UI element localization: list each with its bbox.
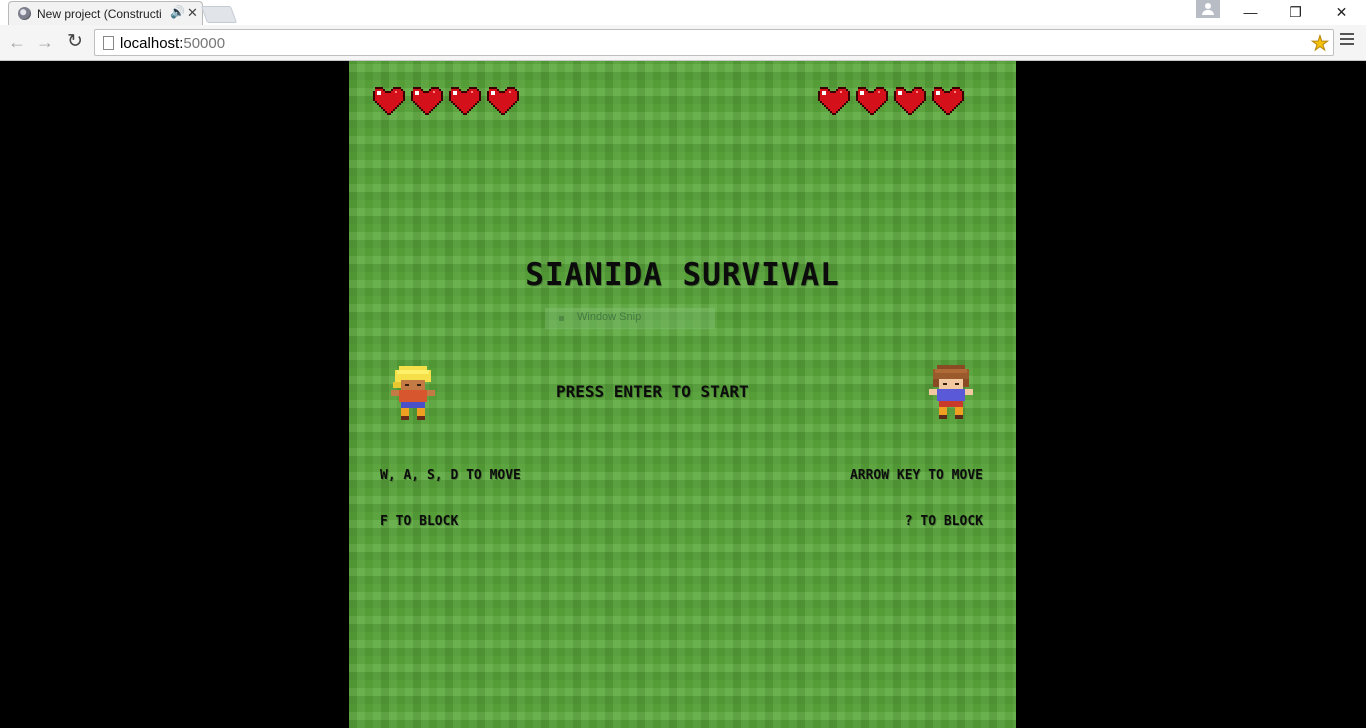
player1-move-hint: W, A, S, D TO MOVE (380, 468, 521, 483)
player2-block-hint: ? TO BLOCK (904, 514, 983, 529)
browser-toolbar: ← → ↻ localhost:50000 ★ (0, 25, 1366, 61)
player2-hearts (816, 85, 964, 117)
heart-icon (816, 85, 850, 117)
heart-icon (485, 85, 519, 117)
press-enter-prompt: PRESS ENTER TO START (556, 382, 749, 401)
game-canvas[interactable]: SIANIDA SURVIVAL Window Snip PRESS ENTER… (349, 61, 1016, 728)
menu-icon[interactable] (1340, 33, 1354, 47)
restore-button[interactable]: ❐ (1273, 0, 1318, 25)
player1-block-hint: F TO BLOCK (380, 514, 459, 529)
url-port: 50000 (183, 35, 226, 52)
minimize-button[interactable]: — (1228, 0, 1273, 25)
game-title: SIANIDA SURVIVAL (525, 257, 840, 293)
window-snip-overlay: Window Snip (545, 308, 715, 329)
url-text[interactable]: localhost:50000 (120, 35, 225, 52)
new-tab-button[interactable] (200, 6, 238, 23)
page-icon (103, 36, 114, 50)
construct-favicon-icon (18, 7, 31, 20)
heart-icon (892, 85, 926, 117)
player1-sprite (391, 366, 435, 420)
tab-strip: New project (Constructi 🔊 ✕ — ❐ ✕ (0, 0, 1366, 25)
overlay-label: Window Snip (577, 311, 642, 323)
heart-icon (409, 85, 443, 117)
close-window-button[interactable]: ✕ (1319, 0, 1364, 25)
snip-dot-icon (559, 316, 564, 321)
tab-close-icon[interactable]: ✕ (187, 5, 198, 21)
forward-arrow-icon[interactable]: → (34, 31, 56, 53)
heart-icon (371, 85, 405, 117)
reload-icon[interactable]: ↻ (64, 31, 86, 53)
tab-title: New project (Constructi (37, 7, 162, 21)
player2-sprite (929, 365, 973, 419)
heart-icon (854, 85, 888, 117)
address-bar[interactable]: localhost:50000 ★ (94, 29, 1334, 56)
heart-icon (447, 85, 481, 117)
url-host: localhost: (120, 35, 184, 52)
player1-hearts (371, 85, 519, 117)
profile-icon[interactable] (1196, 0, 1220, 18)
browser-tab[interactable]: New project (Constructi 🔊 ✕ (8, 1, 203, 25)
back-arrow-icon[interactable]: ← (6, 31, 28, 53)
bookmark-star-icon[interactable]: ★ (1311, 31, 1330, 56)
speaker-icon[interactable]: 🔊 (170, 5, 185, 19)
player2-move-hint: ARROW KEY TO MOVE (849, 468, 983, 483)
heart-icon (930, 85, 964, 117)
